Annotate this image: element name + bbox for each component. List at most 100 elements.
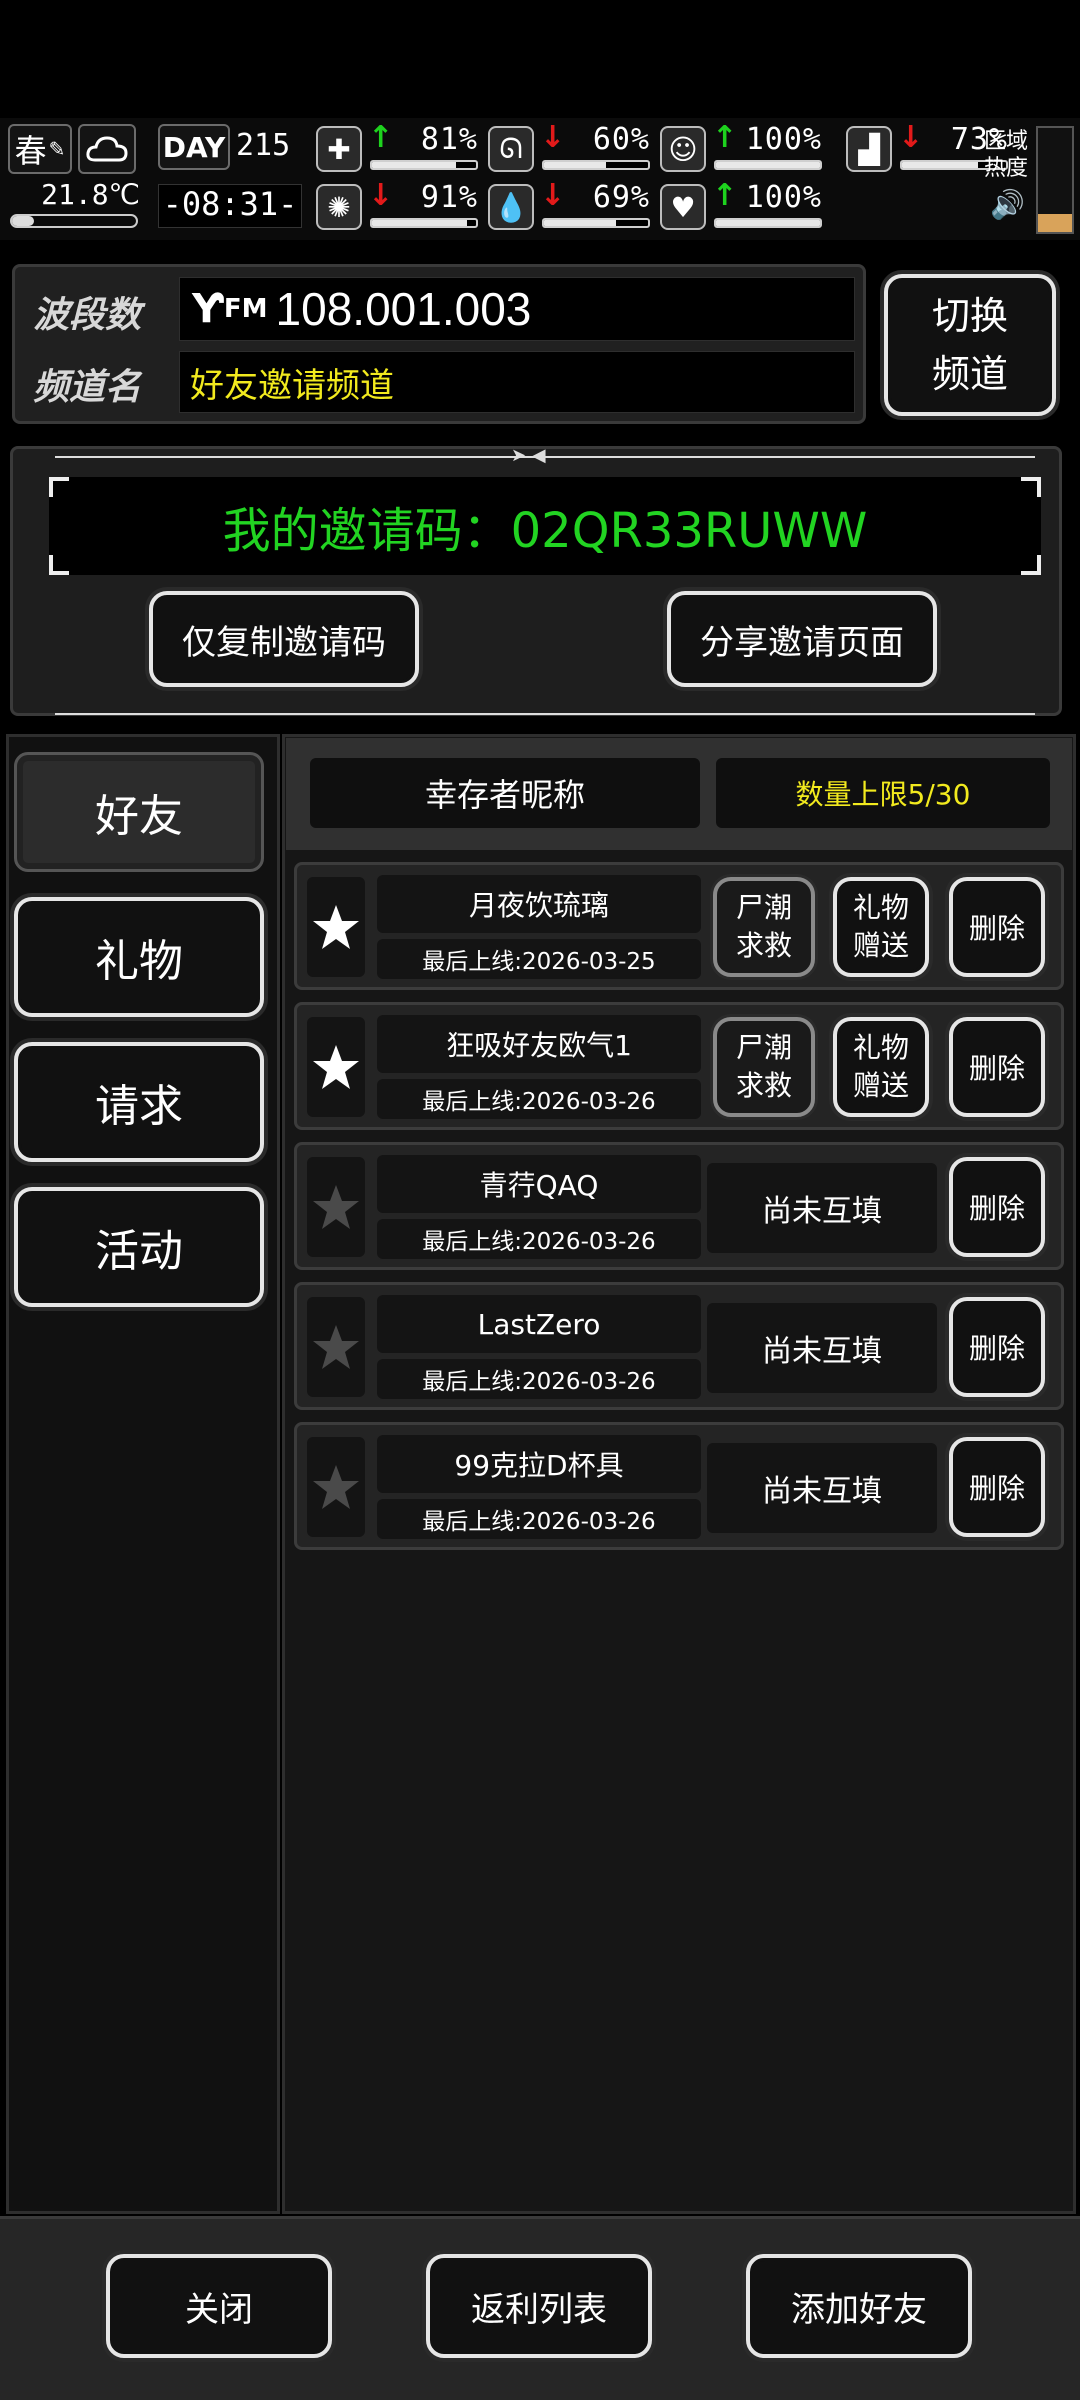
stomach-icon: ᘏ bbox=[488, 126, 534, 172]
star-empty-icon[interactable] bbox=[307, 1437, 365, 1537]
band-label: 波段数 bbox=[33, 295, 142, 336]
status-bar: 春 ✎ 21.8℃ DAY 215 -08:31- ✚ ↑ 81% ᘏ ↓ 60% ☺ ↑ 100… bbox=[0, 118, 1080, 240]
add-friend-button[interactable]: 添加好友 bbox=[746, 2254, 972, 2358]
rescue-line2: 求救 bbox=[735, 929, 792, 962]
day-label: DAY bbox=[158, 124, 230, 170]
share-invite-page-button[interactable]: 分享邀请页面 bbox=[667, 591, 937, 687]
friend-last-online: 最后上线:2026-03-26 bbox=[377, 1219, 701, 1259]
season-badge: 春 ✎ bbox=[8, 124, 72, 174]
friend-last-online: 最后上线:2026-03-26 bbox=[377, 1499, 701, 1539]
stat-percent: 100% bbox=[745, 180, 822, 215]
friend-last-online: 最后上线:2026-03-25 bbox=[377, 939, 701, 979]
gift-line1: 礼物 bbox=[852, 891, 909, 924]
stat-bar bbox=[542, 160, 650, 170]
friend-name: 99克拉D杯具 bbox=[377, 1435, 701, 1493]
stat-percent: 91% bbox=[420, 180, 478, 215]
stat-bar bbox=[370, 218, 478, 228]
stat-bar-fill bbox=[372, 162, 457, 168]
tab-friends[interactable]: 好友 bbox=[14, 752, 264, 872]
delete-friend-button[interactable]: 删除 bbox=[949, 1157, 1045, 1257]
gift-line1: 礼物 bbox=[852, 1031, 909, 1064]
zone-heat-meter bbox=[1036, 126, 1074, 234]
heart-icon: ♥ bbox=[660, 184, 706, 230]
speaker-icon[interactable]: 🔊 bbox=[990, 188, 1025, 221]
switch-channel-line1: 切换 bbox=[931, 294, 1008, 338]
friend-list-header: 幸存者昵称 数量上限5/30 bbox=[286, 738, 1072, 850]
channel-value: 好友邀请频道 bbox=[179, 351, 855, 413]
friend-row: 狂吸好友欧气1 最后上线:2026-03-26 尸潮 求救 礼物 赠送 删除 bbox=[294, 1002, 1064, 1130]
not-mutual-status: 尚未互填 bbox=[707, 1443, 937, 1533]
zombie-rescue-button[interactable]: 尸潮 求救 bbox=[713, 877, 815, 977]
not-mutual-status: 尚未互填 bbox=[707, 1163, 937, 1253]
friend-limit-text: 数量上限5/30 bbox=[716, 758, 1050, 828]
rescue-line1: 尸潮 bbox=[735, 891, 792, 924]
tab-events[interactable]: 活动 bbox=[14, 1187, 264, 1307]
zombie-rescue-button[interactable]: 尸潮 求救 bbox=[713, 1017, 815, 1117]
stat-medkit: ✚ ↑ 81% bbox=[316, 120, 486, 178]
delete-friend-button[interactable]: 删除 bbox=[949, 877, 1045, 977]
friend-row: 99克拉D杯具最后上线:2026-03-26 尚未互填 删除 bbox=[294, 1422, 1064, 1550]
feather-icon: ✎ bbox=[48, 137, 66, 161]
stat-percent: 69% bbox=[592, 180, 650, 215]
tab-gifts[interactable]: 礼物 bbox=[14, 897, 264, 1017]
stat-bar-fill bbox=[372, 220, 467, 226]
invite-panel: ➤ ◀ 我的邀请码：02QR33RUWW 仅复制邀请码 分享邀请页面 bbox=[10, 445, 1062, 716]
switch-channel-button[interactable]: 切换 频道 bbox=[884, 274, 1056, 416]
stat-bar bbox=[714, 160, 822, 170]
game-clock: -08:31- bbox=[158, 184, 302, 228]
friend-name: LastZero bbox=[377, 1295, 701, 1353]
stat-bar-fill bbox=[716, 162, 820, 168]
stat-bar bbox=[542, 218, 650, 228]
medkit-icon: ✚ bbox=[316, 126, 362, 172]
copy-invite-code-button[interactable]: 仅复制邀请码 bbox=[149, 591, 419, 687]
stat-bar-fill bbox=[716, 220, 820, 226]
stat-brain: ✺ ↓ 91% bbox=[316, 178, 486, 236]
star-empty-icon[interactable] bbox=[307, 1297, 365, 1397]
friend-list: 月夜饮琉璃 最后上线:2026-03-25 尸潮 求救 礼物 赠送 删除 狂吸好友欧气1 最后上… bbox=[294, 862, 1064, 1562]
close-button[interactable]: 关闭 bbox=[106, 2254, 332, 2358]
friend-last-online: 最后上线:2026-03-26 bbox=[377, 1079, 701, 1119]
delete-friend-button[interactable]: 删除 bbox=[949, 1437, 1045, 1537]
gift-line2: 赠送 bbox=[852, 929, 909, 962]
stat-heart: ♥ ↑ 100% bbox=[660, 178, 830, 236]
nickname-column-header: 幸存者昵称 bbox=[310, 758, 700, 828]
delete-friend-button[interactable]: 删除 bbox=[949, 1017, 1045, 1117]
not-mutual-status: 尚未互填 bbox=[707, 1303, 937, 1393]
zone-heat-line2: 热度 bbox=[984, 156, 1029, 181]
friend-row: LastZero 最后上线:2026-03-26 尚未互填 删除 bbox=[294, 1282, 1064, 1410]
divider-bottom bbox=[55, 713, 1035, 715]
divider-arrows-top: ➤ ◀ bbox=[511, 445, 546, 466]
delete-friend-button[interactable]: 删除 bbox=[949, 1297, 1045, 1397]
stat-percent: 60% bbox=[592, 122, 650, 157]
invite-code: 我的邀请码：02QR33RUWW bbox=[222, 503, 868, 559]
zone-heat-label: 区域 热度 bbox=[984, 128, 1034, 188]
thermometer-icon bbox=[10, 214, 138, 228]
star-filled-icon[interactable] bbox=[307, 1017, 365, 1117]
antenna-icon: Ƴ bbox=[192, 286, 224, 332]
mood-icon: ☺ bbox=[660, 126, 706, 172]
send-gift-button[interactable]: 礼物 赠送 bbox=[833, 1017, 929, 1117]
season-label: 春 bbox=[14, 132, 47, 170]
friend-name: 狂吸好友欧气1 bbox=[377, 1015, 701, 1073]
zone-heat-line1: 区域 bbox=[984, 129, 1029, 154]
day-number: 215 bbox=[236, 128, 291, 163]
stat-bar-fill bbox=[544, 220, 616, 226]
band-display: Ƴ FM 108.001.003 bbox=[179, 277, 855, 341]
stat-bar-fill bbox=[902, 162, 978, 168]
stat-percent: 81% bbox=[420, 122, 478, 157]
friend-name: 月夜饮琉璃 bbox=[377, 875, 701, 933]
gift-line2: 赠送 bbox=[852, 1069, 909, 1102]
tab-requests[interactable]: 请求 bbox=[14, 1042, 264, 1162]
boot-icon: ▟ bbox=[846, 126, 892, 172]
water-drop-icon: 💧 bbox=[488, 184, 534, 230]
temperature: 21.8℃ bbox=[41, 178, 140, 211]
friend-row: 青荇QAQ 最后上线:2026-03-26 尚未互填 删除 bbox=[294, 1142, 1064, 1270]
invite-code-box: 我的邀请码：02QR33RUWW bbox=[49, 477, 1041, 575]
stats-grid: ✚ ↑ 81% ᘏ ↓ 60% ☺ ↑ 100% ✺ ↓ 91% 💧 ↓ 69% ♥ ↑ 100% ▟ ↓ 73% bbox=[316, 120, 1008, 238]
star-filled-icon[interactable] bbox=[307, 877, 365, 977]
stat-percent: 100% bbox=[745, 122, 822, 157]
star-empty-icon[interactable] bbox=[307, 1157, 365, 1257]
send-gift-button[interactable]: 礼物 赠送 bbox=[833, 877, 929, 977]
rebate-list-button[interactable]: 返利列表 bbox=[426, 2254, 652, 2358]
stat-stomach: ᘏ ↓ 60% bbox=[488, 120, 658, 178]
